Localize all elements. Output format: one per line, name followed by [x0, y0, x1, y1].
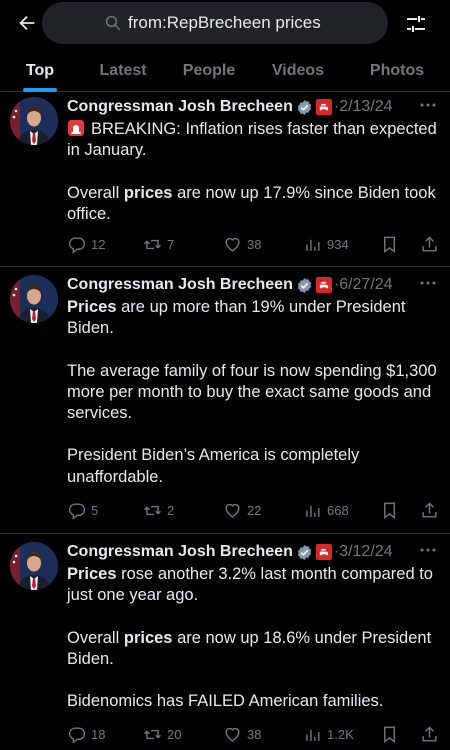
share-icon — [422, 501, 437, 518]
tweet[interactable]: Congressman Josh Brecheen ·6/27/24 Price… — [0, 271, 450, 534]
sliders-icon — [407, 16, 425, 32]
bar-chart-icon — [306, 239, 320, 251]
author-name[interactable]: Congressman Josh Brecheen — [67, 98, 293, 116]
like-button[interactable]: 38 — [223, 234, 261, 254]
more-options-button[interactable] — [416, 97, 440, 113]
ellipsis-icon — [420, 548, 436, 552]
share-icon — [422, 235, 437, 252]
share-button[interactable] — [420, 234, 439, 254]
repost-icon — [144, 505, 161, 515]
search-input[interactable]: from:RepBrecheen prices — [42, 2, 388, 44]
reply-icon — [68, 502, 86, 520]
tweet-text: Prices rose another 3.2% last month comp… — [67, 565, 433, 711]
avatar[interactable] — [10, 97, 58, 145]
views-button[interactable]: 668 — [303, 500, 349, 520]
avatar[interactable] — [10, 542, 58, 590]
republican-party-icon — [315, 544, 332, 560]
tab-top[interactable]: Top — [0, 50, 80, 92]
verified-badge-icon — [297, 277, 312, 293]
tweet-date[interactable]: ·2/13/24 — [334, 98, 393, 116]
heart-icon — [225, 237, 240, 252]
tweet-text: BREAKING: Inflation rises faster than ex… — [67, 120, 437, 223]
tweet-actions: 5 2 22 668 — [67, 500, 442, 520]
more-options-button[interactable] — [416, 542, 440, 558]
arrow-left-icon — [19, 15, 35, 31]
tweet-date[interactable]: ·3/12/24 — [334, 543, 393, 561]
views-button[interactable]: 934 — [303, 234, 349, 254]
verified-badge-icon — [297, 544, 312, 560]
bar-chart-icon — [306, 505, 320, 517]
ellipsis-icon — [420, 103, 436, 107]
tab-latest[interactable]: Latest — [80, 50, 166, 92]
repost-button[interactable]: 2 — [143, 500, 174, 520]
repost-button[interactable]: 20 — [143, 724, 181, 744]
bookmark-button[interactable] — [380, 500, 399, 520]
avatar-photo — [10, 275, 58, 323]
like-button[interactable]: 38 — [223, 724, 261, 744]
bookmark-icon — [384, 236, 395, 253]
reply-icon — [68, 236, 86, 254]
search-filter-button[interactable] — [402, 10, 430, 38]
tab-people[interactable]: People — [166, 50, 252, 92]
siren-icon — [68, 120, 84, 136]
tweet[interactable]: Congressman Josh Brecheen ·3/12/24 Price… — [0, 538, 450, 750]
repost-icon — [144, 729, 161, 739]
search-tabs: Top Latest People Videos Photos — [0, 50, 450, 92]
reply-button[interactable]: 12 — [67, 234, 105, 254]
bookmark-button[interactable] — [380, 724, 399, 744]
search-icon — [105, 15, 121, 31]
author-name[interactable]: Congressman Josh Brecheen — [67, 276, 293, 294]
author-name[interactable]: Congressman Josh Brecheen — [67, 543, 293, 561]
bookmark-icon — [384, 502, 395, 519]
ellipsis-icon — [420, 281, 436, 285]
tweet-actions: 12 7 38 934 — [67, 234, 442, 254]
tweet-text: Prices are up more than 19% under Presid… — [67, 298, 437, 486]
bookmark-button[interactable] — [380, 234, 399, 254]
share-button[interactable] — [420, 500, 439, 520]
views-button[interactable]: 1.2K — [303, 724, 354, 744]
search-query: from:RepBrecheen prices — [128, 13, 321, 32]
bar-chart-icon — [306, 729, 320, 741]
more-options-button[interactable] — [416, 275, 440, 291]
republican-party-icon — [315, 99, 332, 115]
tweet-date[interactable]: ·6/27/24 — [334, 276, 393, 294]
reply-button[interactable]: 18 — [67, 724, 105, 744]
avatar[interactable] — [10, 275, 58, 323]
reply-button[interactable]: 5 — [67, 500, 98, 520]
verified-badge-icon — [297, 99, 312, 115]
share-icon — [422, 725, 437, 742]
bookmark-icon — [384, 726, 395, 743]
heart-icon — [225, 503, 240, 518]
reply-icon — [68, 726, 86, 744]
avatar-photo — [10, 97, 58, 145]
search-header: from:RepBrecheen prices Top Latest Peopl… — [0, 0, 450, 92]
share-button[interactable] — [420, 724, 439, 744]
tab-videos[interactable]: Videos — [252, 50, 344, 92]
avatar-photo — [10, 542, 58, 590]
republican-party-icon — [315, 277, 332, 293]
back-button[interactable] — [12, 8, 42, 38]
repost-icon — [144, 239, 161, 249]
repost-button[interactable]: 7 — [143, 234, 174, 254]
tab-photos[interactable]: Photos — [344, 50, 450, 92]
heart-icon — [225, 727, 240, 742]
tweet-actions: 18 20 38 1.2K — [67, 724, 442, 744]
like-button[interactable]: 22 — [223, 500, 261, 520]
tweet[interactable]: Congressman Josh Brecheen ·2/13/24 BREAK… — [0, 93, 450, 267]
